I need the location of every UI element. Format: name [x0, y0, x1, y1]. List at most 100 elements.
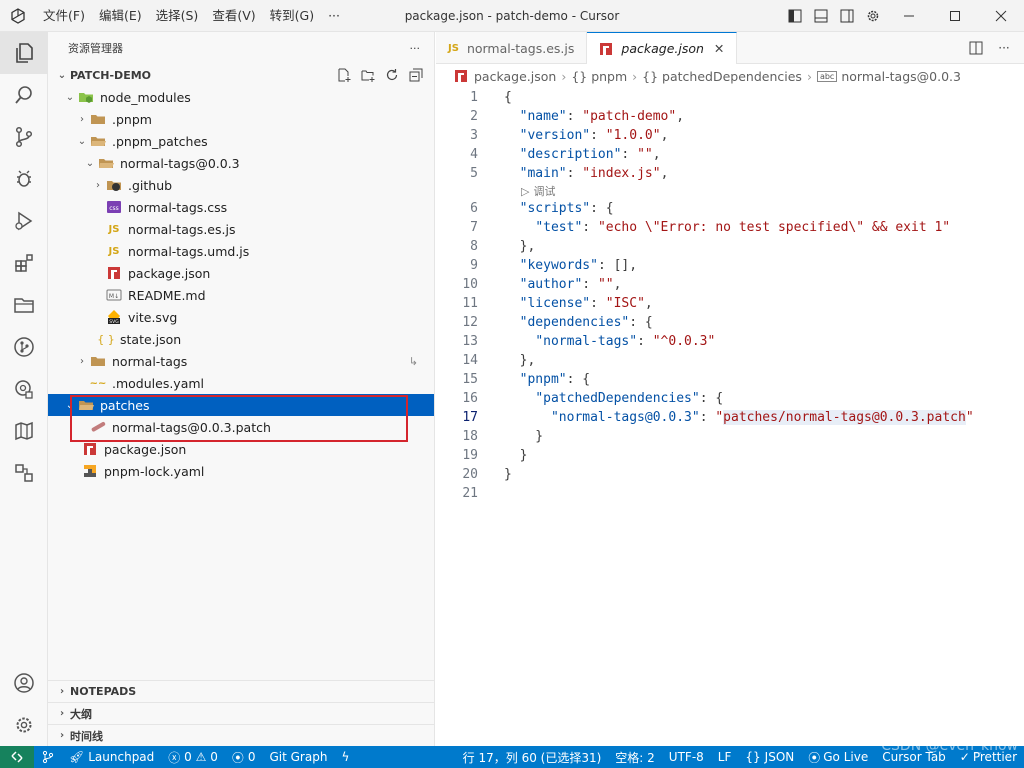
tree-folder-node-modules[interactable]: ⌄ node_modules	[48, 86, 434, 108]
toggle-secondary-sidebar-icon[interactable]	[834, 0, 860, 32]
chevron-right-icon: ›	[96, 179, 100, 191]
menu-selection[interactable]: 选择(S)	[149, 0, 206, 32]
more-actions-icon[interactable]: ···	[990, 41, 1018, 55]
end-of-line[interactable]: LF	[711, 746, 739, 768]
tree-folder-normal-tags[interactable]: › normal-tags ↳	[48, 350, 434, 372]
menu-edit[interactable]: 编辑(E)	[92, 0, 149, 32]
tree-file-normal-tags-umd-js[interactable]: JS normal-tags.umd.js	[48, 240, 434, 262]
search-icon[interactable]	[0, 74, 48, 116]
chevron-right-icon: ›	[80, 355, 84, 367]
collapse-all-icon[interactable]	[406, 65, 426, 85]
close-tab-icon[interactable]: ✕	[714, 41, 724, 56]
blocks-icon[interactable]	[0, 452, 48, 494]
maximize-icon[interactable]	[932, 0, 978, 32]
new-file-icon[interactable]	[334, 65, 354, 85]
menu-view[interactable]: 查看(V)	[205, 0, 262, 32]
cursor-tab-button[interactable]: Cursor Tab	[875, 746, 953, 768]
folders-icon[interactable]	[0, 284, 48, 326]
encoding[interactable]: UTF-8	[662, 746, 711, 768]
outline-section[interactable]: › 大纲	[48, 702, 435, 724]
tree-folder-pnpm-patches[interactable]: ⌄ .pnpm_patches	[48, 130, 434, 152]
breadcrumb-item[interactable]: normal-tags@0.0.3	[841, 69, 961, 84]
remote-icon[interactable]	[0, 368, 48, 410]
prettier-label: Prettier	[972, 750, 1017, 764]
explorer-more-button[interactable]: ···	[410, 42, 421, 55]
code-editor[interactable]: 1{ 2 "name": "patch-demo", 3 "version": …	[436, 88, 1024, 503]
tree-file-normal-tags-css[interactable]: css normal-tags.css	[48, 196, 434, 218]
line-number: 6	[470, 201, 478, 216]
tree-folder-normal-tags-003[interactable]: ⌄ normal-tags@0.0.3	[48, 152, 434, 174]
tree-file-package-json-inner[interactable]: package.json	[48, 262, 434, 284]
indentation[interactable]: 空格: 2	[608, 746, 662, 768]
yaml-file-icon: ~~	[89, 377, 107, 389]
account-icon[interactable]	[0, 662, 48, 704]
tree-file-readme[interactable]: M↓ README.md	[48, 284, 434, 306]
tree-file-pnpm-lock[interactable]: pnpm-lock.yaml	[48, 460, 434, 482]
toggle-sidebar-icon[interactable]	[782, 0, 808, 32]
error-count: 0	[184, 750, 192, 764]
tree-file-state-json[interactable]: { } state.json	[48, 328, 434, 350]
launchpad-button[interactable]: 🚀︎ Launchpad	[62, 746, 161, 768]
debug-icon[interactable]	[0, 158, 48, 200]
explorer-sidebar: 资源管理器 ··· ⌄ PATCH-DEMO ⌄ node_modules › …	[48, 32, 435, 746]
breadcrumb-item[interactable]: {} patchedDependencies	[642, 69, 802, 84]
tree-folder-patches[interactable]: ⌄ patches	[48, 394, 434, 416]
tree-file-vite-svg[interactable]: SVG vite.svg	[48, 306, 434, 328]
minimize-icon[interactable]	[886, 0, 932, 32]
code-line: 21	[436, 484, 1024, 503]
git-graph-button[interactable]: Git Graph	[262, 746, 334, 768]
lightning-icon[interactable]: ϟ	[334, 746, 356, 768]
tree-folder-pnpm[interactable]: › .pnpm	[48, 108, 434, 130]
run-debug-icon[interactable]	[0, 200, 48, 242]
editor-tabs: JS normal-tags.es.js package.json ✕ ···	[436, 32, 1024, 64]
tree-file-patch[interactable]: normal-tags@0.0.3.patch	[48, 416, 434, 438]
cursor-position[interactable]: 行 17，列 60 (已选择31)	[456, 746, 609, 768]
pnpm-file-icon	[82, 463, 98, 479]
warning-count: 0	[210, 750, 218, 764]
codelens-debug[interactable]: ▷ 调试	[436, 183, 1024, 199]
tree-label: normal-tags.umd.js	[128, 243, 250, 259]
line-number: 13	[462, 334, 478, 349]
timeline-section[interactable]: › 时间线	[48, 724, 435, 746]
prettier-button[interactable]: ✓ Prettier	[953, 746, 1024, 768]
breadcrumb-item[interactable]: {} pnpm	[571, 69, 627, 84]
css-file-icon: css	[106, 199, 122, 215]
notepads-section[interactable]: › NOTEPADS	[48, 680, 435, 702]
tree-folder-github[interactable]: › .github	[48, 174, 434, 196]
breadcrumb-item[interactable]: package.json	[474, 69, 556, 84]
broadcast-icon: ⦿	[808, 750, 821, 765]
language-label: JSON	[764, 750, 795, 764]
workspace-section-header[interactable]: ⌄ PATCH-DEMO	[48, 64, 434, 86]
breadcrumb: package.json › {} pnpm › {} patchedDepen…	[436, 64, 1024, 88]
split-editor-icon[interactable]	[962, 40, 990, 56]
source-control-icon[interactable]	[0, 116, 48, 158]
timeline-map-icon[interactable]	[0, 410, 48, 452]
problems-indicator[interactable]: ⓧ 0 ⚠ 0	[161, 746, 225, 768]
code-line: 20}	[436, 465, 1024, 484]
close-window-icon[interactable]	[978, 0, 1024, 32]
refresh-icon[interactable]	[382, 65, 402, 85]
tree-file-normal-tags-es-js[interactable]: JS normal-tags.es.js	[48, 218, 434, 240]
ports-indicator[interactable]: ⦿ 0	[225, 746, 263, 768]
new-folder-icon[interactable]	[358, 65, 378, 85]
language-mode[interactable]: {} JSON	[738, 746, 801, 768]
branch-icon[interactable]	[34, 746, 62, 768]
extensions-icon[interactable]	[0, 242, 48, 284]
settings-gear-icon[interactable]	[860, 0, 886, 32]
npm-file-icon	[599, 42, 613, 56]
manage-gear-icon[interactable]	[0, 704, 48, 746]
tree-file-modules-yaml[interactable]: ~~ .modules.yaml	[48, 372, 434, 394]
tab-normal-tags-es-js[interactable]: JS normal-tags.es.js	[436, 32, 588, 64]
git-graph-icon[interactable]	[0, 326, 48, 368]
remote-indicator-icon[interactable]	[0, 746, 34, 768]
go-live-button[interactable]: ⦿ Go Live	[801, 746, 875, 768]
menu-goto[interactable]: 转到(G)	[263, 0, 321, 32]
toggle-panel-icon[interactable]	[808, 0, 834, 32]
line-number: 3	[470, 128, 478, 143]
explorer-icon[interactable]	[0, 32, 48, 74]
tab-package-json[interactable]: package.json ✕	[587, 32, 738, 64]
tree-file-package-json[interactable]: package.json	[48, 438, 434, 460]
section-label: 时间线	[70, 729, 103, 743]
menu-more[interactable]: ···	[321, 0, 347, 32]
menu-file[interactable]: 文件(F)	[36, 0, 92, 32]
